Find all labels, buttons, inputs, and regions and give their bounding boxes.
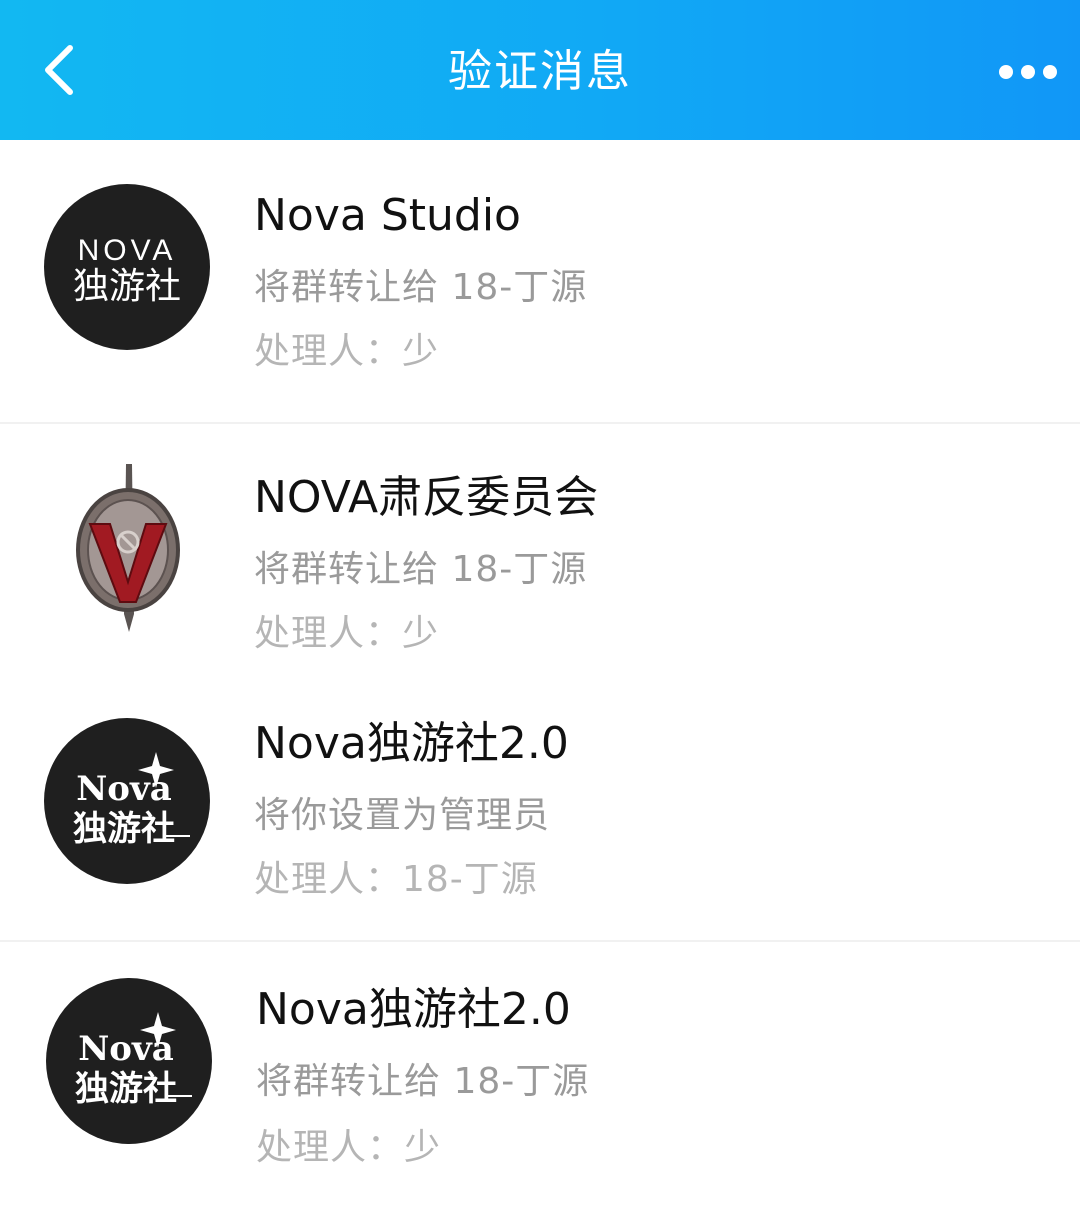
group-avatar-nova-studio[interactable]: NOVA 独游社 [44,184,210,350]
badge-emblem-icon [76,464,180,632]
svg-text:独游社: 独游社 [73,266,181,307]
nova-2-logo-icon: Nova 独游社 [46,978,212,1144]
group-avatar-nova-2[interactable]: Nova 独游社 [46,978,212,1144]
message-action: 将群转让给 18-丁源 [254,267,588,308]
group-name: Nova独游社2.0 [256,984,571,1035]
group-name: Nova Studio [254,190,521,241]
message-action: 将群转让给 18-丁源 [256,1061,590,1102]
message-action: 将你设置为管理员 [254,795,551,836]
group-avatar-nova-2[interactable]: Nova 独游社 [44,718,210,884]
svg-text:独游社: 独游社 [73,809,175,849]
message-handler: 处理人：少 [256,1127,442,1168]
message-handler: 处理人：少 [254,331,440,372]
nova-2-logo-icon: Nova 独游社 [44,718,210,884]
group-avatar-badge[interactable] [60,464,200,634]
more-button[interactable] [996,48,1060,96]
message-action: 将群转让给 18-丁源 [254,549,588,590]
group-name: Nova独游社2.0 [254,718,569,769]
message-handler: 处理人：少 [254,613,440,654]
page-title: 验证消息 [448,46,632,97]
message-handler: 处理人：18-丁源 [254,859,538,900]
svg-text:独游社: 独游社 [75,1069,177,1109]
message-item[interactable]: NOVA 独游社 Nova Studio 将群转让给 18-丁源 处理人：少 [0,140,1080,422]
svg-text:NOVA: NOVA [78,234,177,267]
message-item[interactable]: Nova 独游社 Nova独游社2.0 将群转让给 18-丁源 处理人：少 [0,942,1080,1228]
group-name: NOVA肃反委员会 [254,472,599,523]
message-item[interactable]: NOVA肃反委员会 将群转让给 18-丁源 处理人：少 [0,424,1080,672]
title-bar: 验证消息 [0,0,1080,140]
more-dots-icon [999,65,1057,79]
message-item[interactable]: Nova 独游社 Nova独游社2.0 将你设置为管理员 处理人：18-丁源 [0,672,1080,940]
nova-studio-logo-icon: NOVA 独游社 [44,184,210,350]
